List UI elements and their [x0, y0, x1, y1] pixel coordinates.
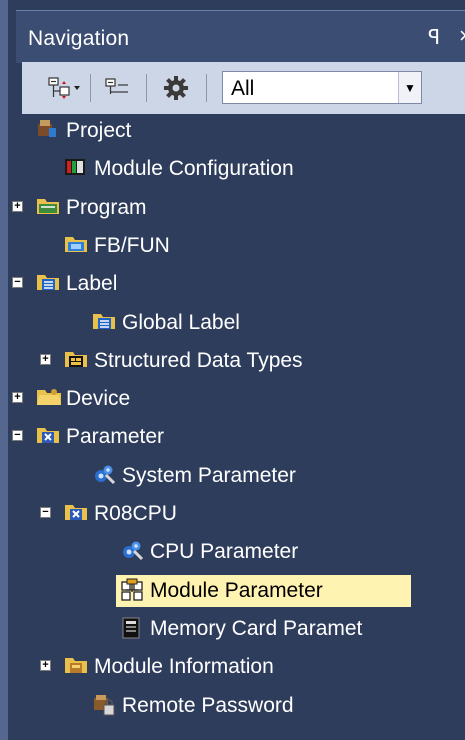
filter-value: All — [231, 77, 255, 100]
tree-item[interactable]: Project — [22, 114, 465, 148]
panel-title: Navigation — [28, 27, 130, 50]
tree-item-label: Program — [66, 195, 147, 219]
tree-item-label: System Parameter — [122, 463, 296, 487]
tree-item-label: Project — [66, 119, 132, 142]
tree-item[interactable]: Remote Password — [22, 689, 465, 723]
expand-collapse-button[interactable] — [44, 72, 84, 104]
label-icon — [36, 271, 59, 293]
tree-item[interactable]: Module Configuration — [22, 152, 465, 186]
tree-item-label: R08CPU — [94, 502, 177, 525]
expand-icon[interactable]: + — [40, 353, 51, 365]
system-parameter-icon — [92, 463, 116, 485]
tree-item-label: Module Parameter — [150, 578, 323, 602]
collapse-icon[interactable]: − — [12, 430, 23, 442]
close-icon[interactable]: × — [459, 23, 465, 49]
cpu-parameter-icon — [120, 539, 144, 561]
title-bar: Navigation ꟼ × — [16, 10, 465, 63]
remote-password-icon — [92, 693, 115, 715]
tree-item-label: Structured Data Types — [94, 348, 303, 372]
collapse-icon[interactable]: − — [40, 507, 51, 518]
tree-item[interactable]: − R08CPU — [22, 497, 465, 531]
filter-dropdown[interactable]: All ▼ — [222, 71, 422, 104]
tree-item[interactable]: System Parameter — [22, 459, 465, 493]
project-tree: Project Module Configuration + Program FB/FU… — [12, 114, 465, 740]
device-icon — [36, 386, 61, 408]
chevron-down-icon[interactable]: ▼ — [398, 72, 421, 103]
tree-item[interactable]: + Device — [12, 382, 465, 416]
expand-collapse-icon — [48, 77, 80, 99]
module-parameter-icon — [120, 578, 143, 601]
navigation-window: Navigation ꟼ × — [0, 0, 465, 740]
tree-item-label: Module Configuration — [94, 157, 294, 181]
settings-button[interactable] — [156, 72, 196, 104]
expand-icon[interactable]: + — [12, 392, 23, 404]
parameter-icon — [36, 424, 59, 446]
tree-item[interactable]: + Structured Data Types — [22, 344, 465, 378]
gear-icon — [164, 76, 188, 100]
tree-item[interactable]: Global Label — [22, 306, 465, 340]
tree-item-label: Remote Password — [122, 693, 294, 717]
fb-fun-icon — [64, 233, 87, 255]
tree-view-button[interactable] — [98, 72, 138, 104]
tree-item[interactable]: CPU Parameter — [22, 535, 465, 569]
tree-item-label: Memory Card Paramet — [150, 616, 363, 640]
toolbar: All ▼ — [22, 62, 465, 115]
tree-item-label: CPU Parameter — [150, 540, 299, 564]
pin-icon[interactable]: ꟼ — [428, 25, 440, 50]
module-configuration-icon — [64, 156, 86, 178]
tree-item[interactable]: FB/FUN — [22, 229, 465, 263]
tree-item-label: Module Information — [94, 655, 274, 679]
structured-data-icon — [64, 348, 87, 370]
tree-item-label: FB/FUN — [94, 233, 170, 257]
tree-item[interactable]: − Label — [12, 267, 465, 301]
tree-item[interactable]: + Module Information — [22, 650, 465, 684]
module-information-icon — [64, 654, 87, 676]
global-label-icon — [92, 310, 115, 332]
tree-item-label: Device — [66, 387, 131, 411]
project-icon — [36, 118, 58, 140]
tree-item-label: Label — [66, 272, 118, 296]
tree-item[interactable]: Module Parameter — [22, 574, 465, 608]
cpu-folder-icon — [64, 501, 87, 523]
memory-card-icon — [120, 616, 142, 639]
collapse-icon[interactable]: − — [12, 277, 23, 289]
tree-view-icon — [105, 78, 128, 94]
tree-item-label: Global Label — [122, 310, 240, 334]
tree-item[interactable]: − Parameter — [12, 420, 465, 454]
tree-item[interactable]: + Program — [12, 191, 465, 225]
expand-icon[interactable]: + — [12, 200, 23, 212]
tree-item[interactable]: Memory Card Paramet — [22, 612, 465, 646]
tree-item-label: Parameter — [66, 425, 165, 449]
expand-icon[interactable]: + — [40, 660, 51, 672]
program-icon — [36, 195, 59, 217]
